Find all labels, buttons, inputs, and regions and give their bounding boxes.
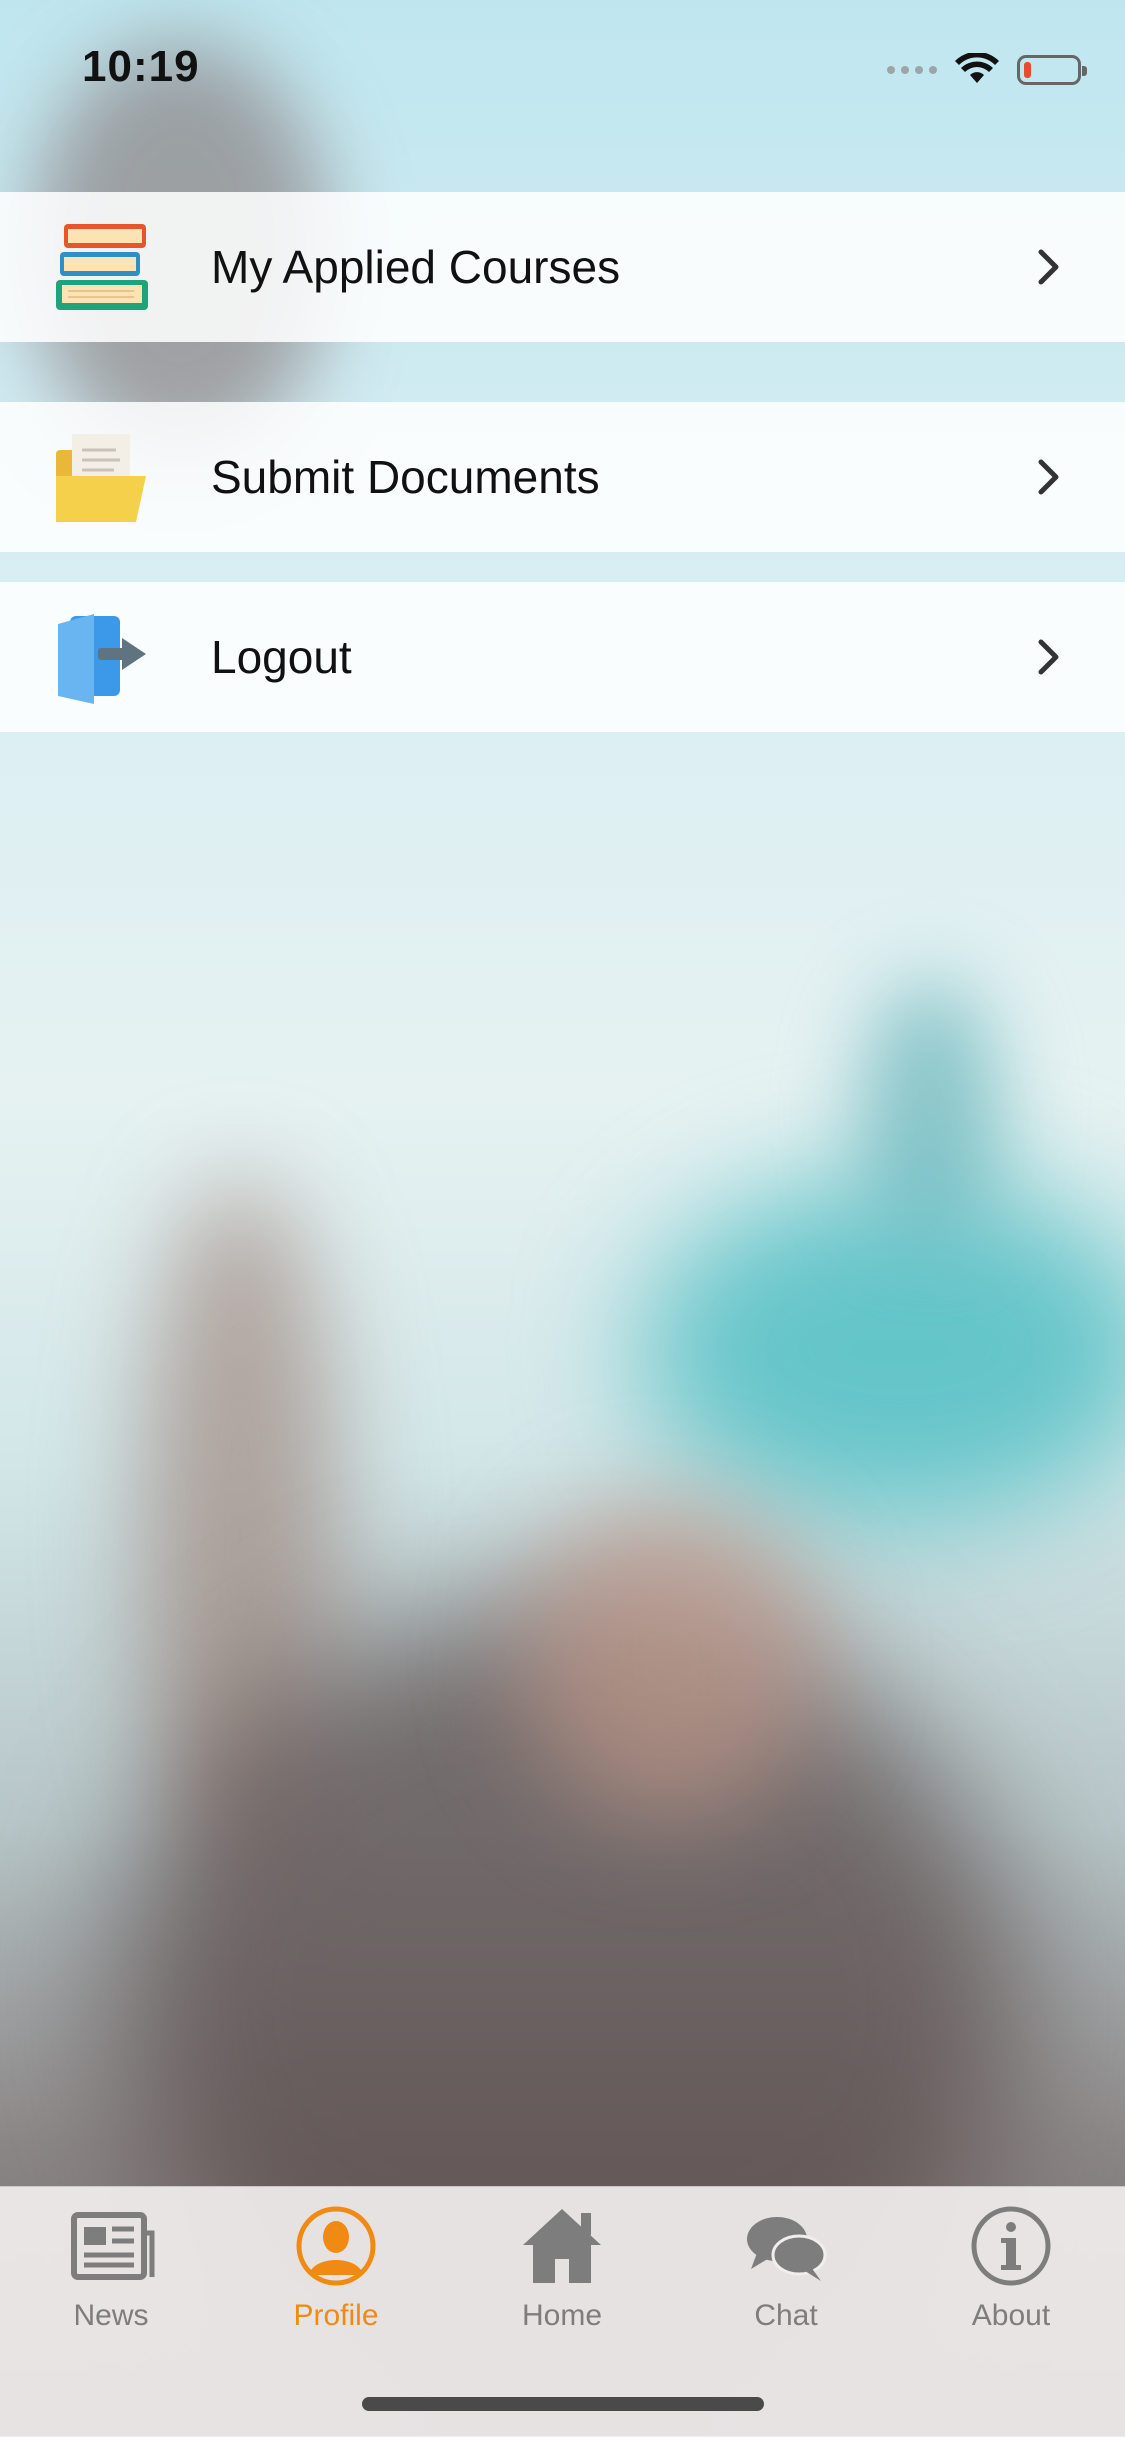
menu-item-label: My Applied Courses	[211, 241, 621, 293]
info-icon	[971, 2206, 1051, 2286]
menu-item-my-applied-courses[interactable]: My Applied Courses	[0, 192, 1125, 342]
profile-person-icon	[296, 2206, 376, 2286]
tab-about[interactable]: About	[921, 2203, 1101, 2353]
tab-label: News	[73, 2299, 149, 2332]
newspaper-icon	[71, 2212, 155, 2280]
logout-door-icon	[58, 614, 146, 704]
tab-label: Home	[521, 2299, 603, 2332]
tab-label: About	[971, 2299, 1051, 2332]
books-icon	[56, 224, 148, 310]
menu-item-submit-documents[interactable]: Submit Documents	[0, 402, 1125, 552]
battery-icon	[1017, 55, 1087, 85]
home-indicator[interactable]	[362, 2397, 764, 2411]
tab-home[interactable]: Home	[472, 2203, 652, 2353]
tab-profile[interactable]: Profile	[246, 2203, 426, 2353]
status-indicators	[887, 50, 1087, 90]
status-time: 10:19	[82, 42, 200, 91]
tab-label: Chat	[754, 2299, 818, 2332]
background-blurred-photo	[0, 0, 1125, 2436]
menu-item-label: Submit Documents	[211, 451, 600, 503]
chevron-right-icon	[1038, 459, 1059, 495]
tab-news[interactable]: News	[21, 2203, 201, 2353]
menu-item-logout[interactable]: Logout	[0, 582, 1125, 732]
folder-documents-icon	[56, 434, 146, 522]
menu-item-label: Logout	[211, 631, 352, 683]
chat-bubbles-icon	[747, 2217, 827, 2281]
chevron-right-icon	[1038, 249, 1059, 285]
house-icon	[523, 2209, 601, 2283]
cellular-signal-icon	[887, 66, 937, 74]
tab-chat[interactable]: Chat	[696, 2203, 876, 2353]
tab-label: Profile	[293, 2299, 379, 2332]
wifi-icon	[955, 53, 999, 83]
chevron-right-icon	[1038, 639, 1059, 675]
